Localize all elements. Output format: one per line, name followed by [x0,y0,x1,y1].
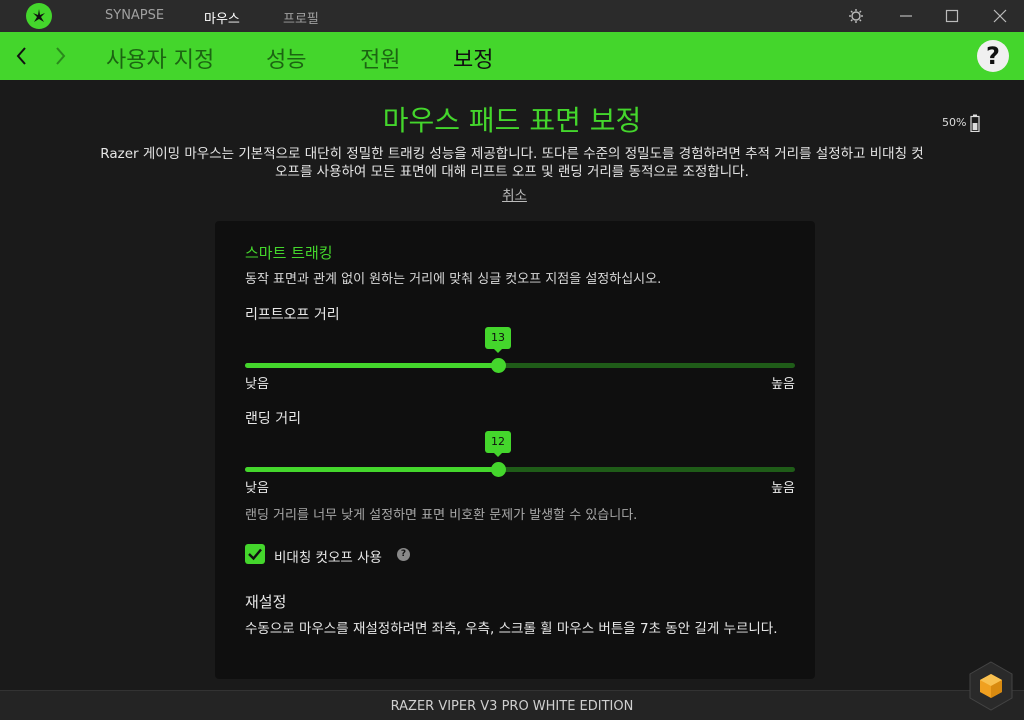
page-description: Razer 게이밍 마우스는 기본적으로 대단히 정밀한 트래킹 성능을 제공합… [100,146,924,180]
panel-title: 스마트 트래킹 [245,244,333,262]
minimize-icon[interactable] [896,6,916,26]
checkmark-icon [248,548,262,561]
tab-bar: 사용자 지정 성능 전원 보정 [0,32,1024,80]
tab-customize[interactable]: 사용자 지정 [106,42,214,74]
forward-arrow-icon[interactable] [50,44,70,68]
device-name: RAZER VIPER V3 PRO WHITE EDITION [390,699,634,714]
landing-value-badge: 12 [485,431,511,457]
back-arrow-icon[interactable] [12,44,32,68]
nav-mouse[interactable]: 마우스 [204,8,240,27]
device-footer: RAZER VIPER V3 PRO WHITE EDITION [0,690,1024,720]
smart-tracking-panel: 스마트 트래킹 동작 표면과 관계 없이 원하는 거리에 맞춰 싱글 컷오프 지… [215,221,815,679]
tab-power[interactable]: 전원 [360,42,400,74]
synapse-cube-icon[interactable] [968,660,1014,712]
nav-profile[interactable]: 프로필 [283,8,319,27]
liftoff-slider[interactable] [245,358,795,373]
liftoff-value-badge: 13 [485,327,511,353]
reset-title: 재설정 [245,593,287,611]
battery-icon [970,114,980,133]
landing-slider-thumb[interactable] [491,462,506,477]
close-icon[interactable] [990,6,1010,26]
cancel-link[interactable]: 취소 [0,184,1024,204]
liftoff-label: 리프트오프 거리 [245,307,340,323]
razer-logo-icon[interactable] [26,3,52,29]
asymmetric-cutoff-label[interactable]: 비대칭 컷오프 사용 [274,546,382,566]
settings-gear-icon[interactable] [846,6,866,26]
reset-description: 수동으로 마우스를 재설정하려면 좌측, 우측, 스크롤 휠 마우스 버튼을 7… [245,621,778,637]
panel-subtitle: 동작 표면과 관계 없이 원하는 거리에 맞춰 싱글 컷오프 지점을 설정하십시… [245,272,662,287]
asymmetric-cutoff-checkbox[interactable] [245,544,265,564]
maximize-icon[interactable] [942,6,962,26]
liftoff-slider-thumb[interactable] [491,358,506,373]
info-icon[interactable]: ? [397,548,410,561]
battery-level: 50% [942,116,967,129]
landing-label: 랜딩 거리 [245,411,301,427]
title-bar: SYNAPSE 마우스 프로필 [0,0,1024,32]
nav-synapse[interactable]: SYNAPSE [105,8,164,23]
page-title: 마우스 패드 표면 보정 [382,104,642,137]
tab-performance[interactable]: 성능 [266,42,306,74]
liftoff-max-label: 높음 [771,377,795,392]
landing-max-label: 높음 [771,481,795,496]
liftoff-min-label: 낮음 [245,377,269,392]
landing-warning: 랜딩 거리를 너무 낮게 설정하면 표면 비호환 문제가 발생할 수 있습니다. [245,508,638,523]
landing-min-label: 낮음 [245,481,269,496]
help-button[interactable]: ? [977,40,1009,72]
landing-slider[interactable] [245,462,795,477]
tab-calibration[interactable]: 보정 [453,42,493,74]
